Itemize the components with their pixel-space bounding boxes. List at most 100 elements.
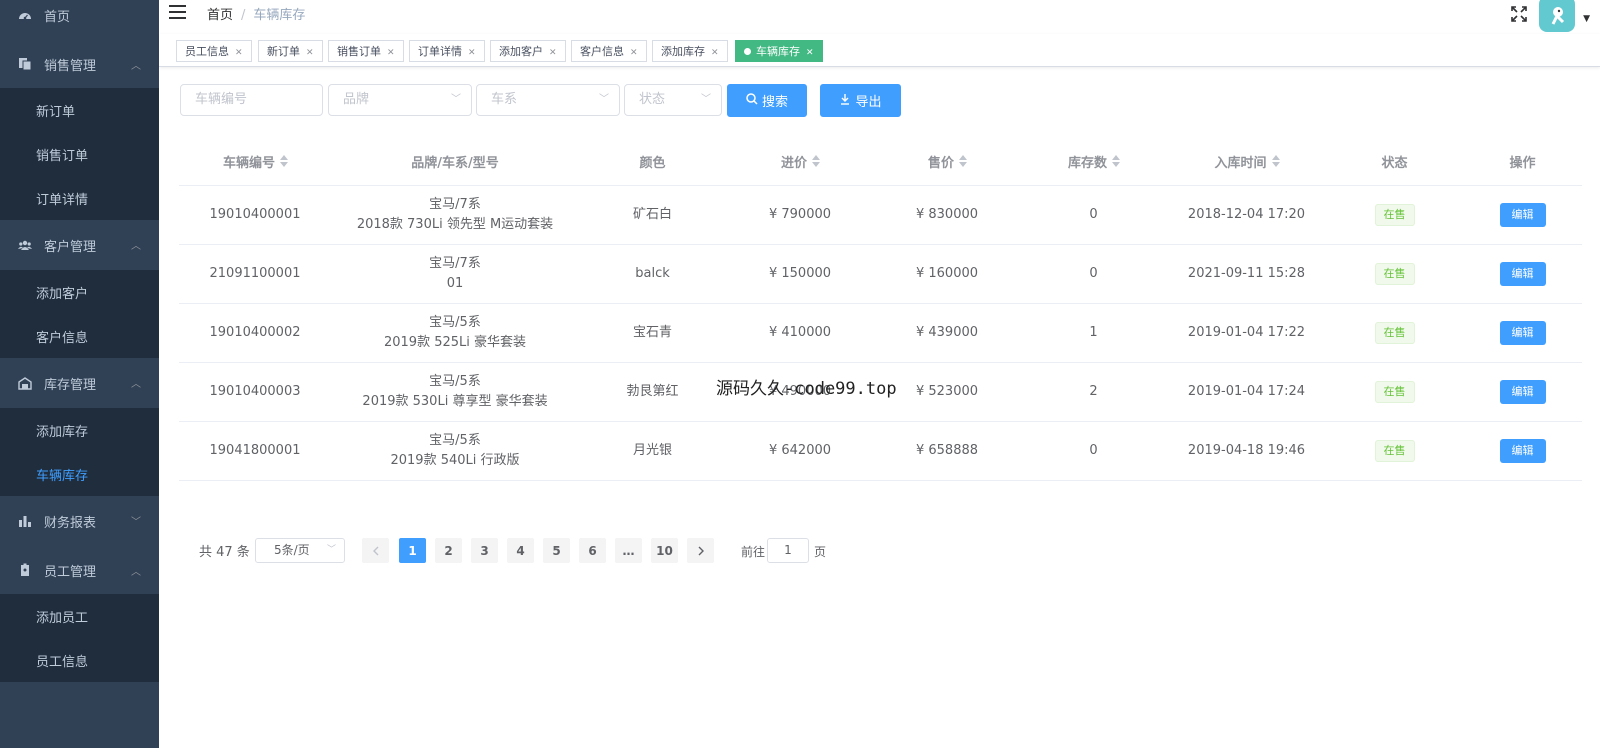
close-icon[interactable]: ✕: [306, 48, 314, 58]
sidebar-item-add-employee[interactable]: 添加员工: [0, 594, 159, 638]
edit-button[interactable]: 编辑: [1500, 203, 1546, 227]
menu-customers[interactable]: 客户管理 ︿: [0, 220, 159, 270]
page-button[interactable]: 1: [399, 538, 426, 563]
close-icon[interactable]: ✕: [711, 48, 719, 58]
sidebar-item-add-inventory[interactable]: 添加库存: [0, 408, 159, 452]
export-button[interactable]: 导出: [820, 84, 901, 117]
page-button[interactable]: 5: [543, 538, 570, 563]
search-button[interactable]: 搜索: [727, 84, 807, 117]
more-pages-button[interactable]: …: [615, 538, 642, 563]
tag-sales-orders[interactable]: 销售订单✕: [328, 40, 404, 62]
sort-icon[interactable]: [959, 155, 966, 167]
sort-icon[interactable]: [812, 155, 819, 167]
brand-select[interactable]: 品牌﹀: [328, 84, 472, 116]
sort-icon[interactable]: [280, 155, 287, 167]
page-button[interactable]: 4: [507, 538, 534, 563]
sidebar-item-add-customer[interactable]: 添加客户: [0, 270, 159, 314]
close-icon[interactable]: ✕: [235, 48, 243, 58]
chevron-up-icon: ︿: [131, 358, 141, 406]
chevron-up-icon: ︿: [131, 40, 141, 88]
edit-button[interactable]: 编辑: [1500, 262, 1546, 286]
warehouse-icon: [18, 376, 32, 390]
goto-page-input[interactable]: 1: [767, 538, 809, 563]
cell-vehicle-no: 19010400001: [179, 186, 331, 244]
status-badge: 在售: [1375, 381, 1415, 403]
breadcrumb-current: 车辆库存: [253, 8, 305, 23]
edit-button[interactable]: 编辑: [1500, 321, 1546, 345]
close-icon[interactable]: ✕: [630, 48, 638, 58]
tag-add-inventory[interactable]: 添加库存 ✕: [652, 40, 728, 62]
submenu-customers: 添加客户 客户信息: [0, 270, 159, 358]
users-icon: [18, 238, 32, 252]
page-button[interactable]: 3: [471, 538, 498, 563]
page-button[interactable]: 6: [579, 538, 606, 563]
close-icon[interactable]: ✕: [549, 48, 557, 58]
sidebar-item-new-order[interactable]: 新订单: [0, 88, 159, 132]
next-page-button[interactable]: [687, 538, 714, 563]
page-button[interactable]: 10: [651, 538, 678, 563]
tag-add-customer[interactable]: 添加客户 ✕: [490, 40, 566, 62]
sort-icon[interactable]: [1272, 155, 1279, 167]
cell-vehicle-no: 21091100001: [179, 245, 331, 303]
sidebar-item-customer-info[interactable]: 客户信息: [0, 314, 159, 358]
menu-sales[interactable]: 销售管理 ︿: [0, 40, 159, 88]
cell-time: 2018-12-04 17:20: [1167, 186, 1326, 244]
column-header-vehicle-no[interactable]: 车辆编号: [179, 137, 331, 185]
table-row: 21091100001 宝马/7系01 balck ¥ 150000 ¥ 160…: [179, 245, 1582, 304]
menu-employees[interactable]: 员工管理 ︿: [0, 546, 159, 594]
edit-button[interactable]: 编辑: [1500, 439, 1546, 463]
close-icon[interactable]: ✕: [387, 48, 395, 58]
menu-employees-label: 员工管理: [44, 561, 96, 580]
menu-finance[interactable]: 财务报表 ﹀: [0, 496, 159, 546]
tag-new-order[interactable]: 新订单✕: [258, 40, 323, 62]
close-icon[interactable]: ✕: [468, 48, 476, 58]
cell-brand-model: 宝马/7系2018款 730Li 领先型 M运动套装: [331, 186, 579, 244]
chevron-down-icon: ﹀: [599, 85, 609, 115]
tag-vehicle-inventory[interactable]: 车辆库存✕: [735, 40, 823, 62]
cell-time: 2019-01-04 17:22: [1167, 304, 1326, 362]
vehicle-no-input[interactable]: 车辆编号: [180, 84, 323, 116]
breadcrumb-separator: /: [241, 8, 245, 23]
sidebar-item-sales-orders[interactable]: 销售订单: [0, 132, 159, 176]
status-select[interactable]: 状态﹀: [624, 84, 722, 116]
menu-inventory-label: 库存管理: [44, 374, 96, 393]
cell-action: 编辑: [1463, 186, 1582, 244]
page-button[interactable]: 2: [435, 538, 462, 563]
menu-home[interactable]: 首页: [0, 0, 159, 31]
tag-order-details[interactable]: 订单详情✕: [409, 40, 485, 62]
table-header: 车辆编号 品牌/车系/型号 颜色 进价 售价 库存数 入库时间 状态 操作: [179, 137, 1582, 186]
chevron-right-icon: [697, 546, 705, 556]
close-icon[interactable]: ✕: [806, 48, 814, 58]
watermark: 源码久久-code99.top: [716, 374, 897, 399]
tag-employee-info[interactable]: 员工信息✕: [176, 40, 252, 62]
column-header-price[interactable]: 售价: [874, 137, 1020, 185]
tag-label: 添加库存: [661, 45, 705, 58]
download-icon: [839, 93, 851, 108]
fullscreen-icon[interactable]: [1510, 5, 1528, 23]
menu-inventory[interactable]: 库存管理 ︿: [0, 358, 159, 408]
status-select-placeholder: 状态: [639, 92, 665, 107]
sidebar-item-vehicle-inventory[interactable]: 车辆库存: [0, 452, 159, 496]
tag-customer-info[interactable]: 客户信息✕: [571, 40, 647, 62]
avatar[interactable]: [1539, 0, 1575, 32]
caret-down-icon[interactable]: ▼: [1583, 14, 1590, 24]
search-button-label: 搜索: [762, 91, 788, 110]
cell-vehicle-no: 19010400003: [179, 363, 331, 421]
hamburger-icon[interactable]: [169, 5, 186, 19]
prev-page-button[interactable]: [362, 538, 389, 563]
goto-label: 前往: [741, 543, 765, 560]
menu-finance-label: 财务报表: [44, 512, 96, 531]
column-header-stock[interactable]: 库存数: [1020, 137, 1167, 185]
sort-icon[interactable]: [1112, 155, 1119, 167]
edit-button[interactable]: 编辑: [1500, 380, 1546, 404]
page-size-select[interactable]: 5条/页﹀: [255, 538, 345, 563]
breadcrumb-home[interactable]: 首页: [207, 8, 233, 23]
cell-color: 宝石青: [579, 304, 726, 362]
sidebar-item-employee-info[interactable]: 员工信息: [0, 638, 159, 682]
column-header-cost[interactable]: 进价: [726, 137, 874, 185]
tag-label: 添加客户: [499, 45, 543, 58]
series-select[interactable]: 车系﹀: [476, 84, 620, 116]
column-header-time[interactable]: 入库时间: [1167, 137, 1326, 185]
sidebar-item-order-details[interactable]: 订单详情: [0, 176, 159, 220]
column-header-color: 颜色: [579, 137, 726, 185]
